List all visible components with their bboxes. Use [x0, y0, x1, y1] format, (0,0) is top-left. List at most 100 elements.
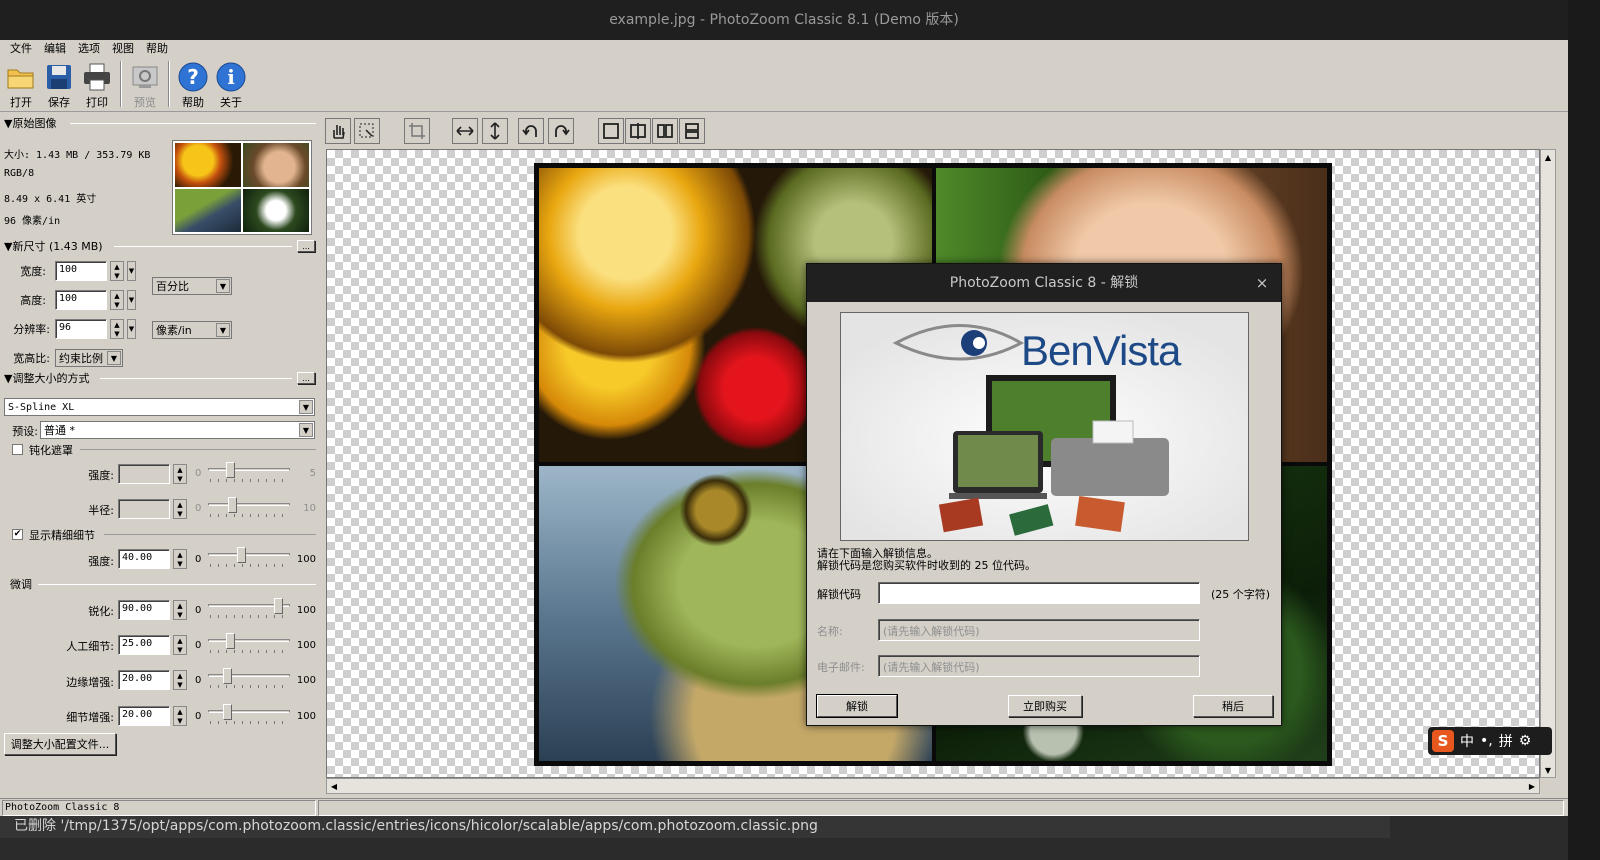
slider-thumb[interactable]	[228, 497, 237, 513]
original-image-header: 原始图像	[12, 117, 57, 130]
view-toolbar	[325, 116, 1568, 146]
resize-method-section[interactable]: ▼ 调整大小的方式	[4, 371, 316, 385]
select-tool-button[interactable]	[354, 118, 380, 144]
horizontal-scrollbar[interactable]: ◀ ▶	[326, 778, 1540, 794]
unsharp-strength-input[interactable]	[118, 464, 170, 484]
help-button[interactable]: ? 帮助	[174, 58, 212, 110]
slider-max: 100	[296, 640, 316, 651]
gear-icon[interactable]: ⚙	[1519, 733, 1532, 749]
crop-tool-button[interactable]	[404, 118, 430, 144]
scroll-up-icon[interactable]: ▲	[1541, 150, 1555, 164]
unsharp-radius-slider[interactable]	[208, 497, 290, 517]
slider-min: 0	[195, 711, 202, 722]
divider	[70, 123, 316, 124]
height-spinner[interactable]: ▲ ▼	[110, 290, 124, 310]
menu-edit[interactable]: 编辑	[38, 40, 72, 58]
buy-now-button[interactable]: 立即购买	[1008, 695, 1082, 717]
thumb-fruit	[175, 143, 241, 187]
fine-detail-checkbox[interactable]: ✔	[12, 529, 23, 540]
original-thumbnail[interactable]	[172, 140, 312, 235]
slider-thumb[interactable]	[223, 668, 232, 684]
slider-thumb[interactable]	[274, 598, 283, 614]
hand-tool-button[interactable]	[325, 118, 351, 144]
resolution-input[interactable]: 96	[55, 319, 107, 339]
vertical-scrollbar[interactable]: ▲ ▼	[1540, 149, 1556, 778]
sogou-logo-icon[interactable]: S	[1432, 730, 1454, 752]
new-size-section[interactable]: ▼ 新尺寸 (1.43 MB)	[4, 239, 316, 253]
slider-thumb[interactable]	[226, 633, 235, 649]
fit-width-button[interactable]	[452, 118, 478, 144]
unsharp-radius-spinner[interactable]: ▲ ▼	[173, 499, 187, 519]
fine-detail-strength-spinner[interactable]: ▲ ▼	[173, 549, 187, 569]
split-view-button[interactable]	[625, 118, 651, 144]
preview-icon	[130, 62, 160, 92]
slider-thumb[interactable]	[223, 704, 232, 720]
single-view-button[interactable]	[598, 118, 624, 144]
artifact-detail-input[interactable]: 25.00	[118, 635, 170, 655]
unlock-code-input[interactable]	[878, 582, 1200, 604]
rotate-left-button[interactable]	[518, 118, 544, 144]
about-button[interactable]: i 关于	[212, 58, 250, 110]
resolution-unit-select[interactable]: 像素/in ▼	[152, 321, 232, 339]
unsharp-mask-checkbox[interactable]	[12, 444, 23, 455]
slider-min: 0	[195, 675, 202, 686]
preview-button[interactable]: 预览	[126, 58, 164, 110]
scroll-down-icon[interactable]: ▼	[1541, 763, 1555, 777]
width-input[interactable]: 100	[55, 261, 107, 281]
print-button[interactable]: 打印	[78, 58, 116, 110]
size-unit-select[interactable]: 百分比 ▼	[152, 277, 232, 295]
edge-enhance-spinner[interactable]: ▲ ▼	[173, 670, 187, 690]
resolution-unit-stepper[interactable]: ▼	[127, 319, 136, 339]
unsharp-strength-slider[interactable]	[208, 462, 290, 482]
scroll-right-icon[interactable]: ▶	[1525, 779, 1539, 793]
unsharp-strength-spinner[interactable]: ▲ ▼	[173, 464, 187, 484]
width-spinner[interactable]: ▲ ▼	[110, 261, 124, 281]
aspect-select[interactable]: 约束比例 ▼	[55, 349, 123, 367]
menu-help[interactable]: 帮助	[140, 40, 174, 58]
email-field[interactable]: (请先输入解锁代码)	[878, 655, 1200, 677]
rotate-right-button[interactable]	[548, 118, 574, 144]
ime-punctuation[interactable]: •,	[1480, 733, 1493, 749]
unlock-button[interactable]: 解锁	[816, 694, 898, 718]
resize-method-select[interactable]: S-Spline XL ▼	[4, 398, 315, 416]
fit-height-button[interactable]	[482, 118, 508, 144]
menu-options[interactable]: 选项	[72, 40, 106, 58]
artifact-detail-spinner[interactable]: ▲ ▼	[173, 635, 187, 655]
open-button[interactable]: 打开	[2, 58, 40, 110]
close-icon[interactable]: ×	[1253, 264, 1271, 302]
sharpen-spinner[interactable]: ▲ ▼	[173, 600, 187, 620]
detail-enhance-slider[interactable]	[208, 704, 290, 724]
original-image-section[interactable]: ▼ 原始图像	[4, 116, 316, 130]
slider-thumb[interactable]	[226, 462, 235, 478]
ime-mode[interactable]: 拼	[1499, 731, 1513, 751]
name-field[interactable]: (请先输入解锁代码)	[878, 619, 1200, 641]
menu-view[interactable]: 视图	[106, 40, 140, 58]
side-by-side-button[interactable]	[652, 118, 678, 144]
sharpen-slider[interactable]	[208, 598, 290, 618]
preset-select[interactable]: 普通 * ▼	[40, 421, 315, 439]
detail-enhance-input[interactable]: 20.00	[118, 706, 170, 726]
height-unit-stepper[interactable]: ▼	[127, 290, 136, 310]
sharpen-input[interactable]: 90.00	[118, 600, 170, 620]
width-unit-stepper[interactable]: ▼	[127, 261, 136, 281]
fine-detail-strength-slider[interactable]	[208, 547, 290, 567]
resize-method-more-button[interactable]: ...	[297, 372, 315, 384]
unsharp-radius-input[interactable]	[118, 499, 170, 519]
resize-profile-button[interactable]: 调整大小配置文件...	[4, 733, 116, 755]
fine-tune-section[interactable]: 微调	[4, 577, 316, 591]
height-input[interactable]: 100	[55, 290, 107, 310]
resolution-spinner[interactable]: ▲ ▼	[110, 319, 124, 339]
ime-language[interactable]: 中	[1460, 731, 1474, 751]
stacked-view-button[interactable]	[679, 118, 705, 144]
fine-detail-strength-input[interactable]: 40.00	[118, 549, 170, 569]
artifact-detail-slider[interactable]	[208, 633, 290, 653]
new-size-more-button[interactable]: ...	[297, 240, 315, 252]
slider-thumb[interactable]	[237, 547, 246, 563]
detail-enhance-spinner[interactable]: ▲ ▼	[173, 706, 187, 726]
scroll-left-icon[interactable]: ◀	[327, 779, 341, 793]
save-button[interactable]: 保存	[40, 58, 78, 110]
menu-file[interactable]: 文件	[4, 40, 38, 58]
edge-enhance-slider[interactable]	[208, 668, 290, 688]
edge-enhance-input[interactable]: 20.00	[118, 670, 170, 690]
later-button[interactable]: 稍后	[1193, 695, 1273, 717]
